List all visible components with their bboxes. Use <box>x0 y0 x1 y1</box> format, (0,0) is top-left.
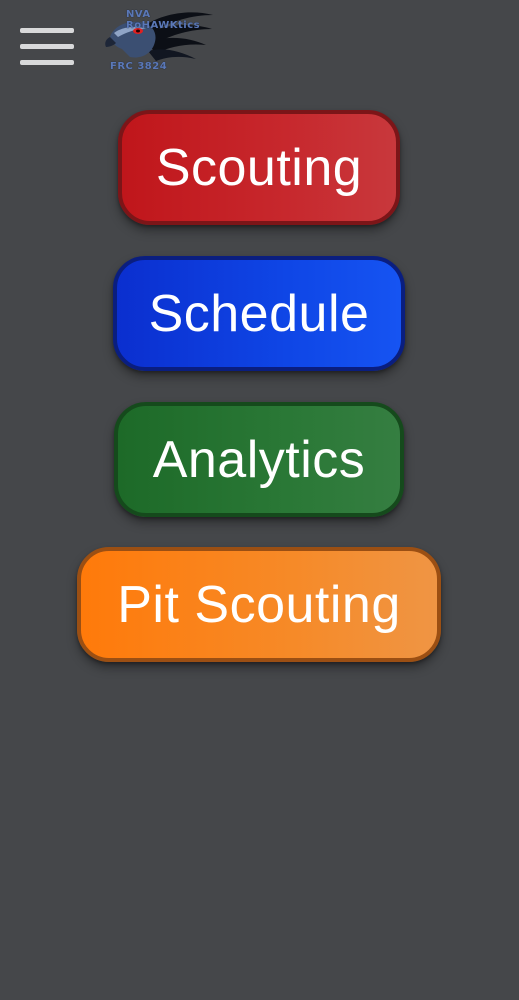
pit-scouting-button[interactable]: Pit Scouting <box>77 547 441 662</box>
main-menu: Scouting Schedule Analytics Pit Scouting <box>0 0 519 1000</box>
analytics-button[interactable]: Analytics <box>114 402 404 517</box>
schedule-button[interactable]: Schedule <box>113 256 405 371</box>
scouting-button[interactable]: Scouting <box>118 110 400 225</box>
